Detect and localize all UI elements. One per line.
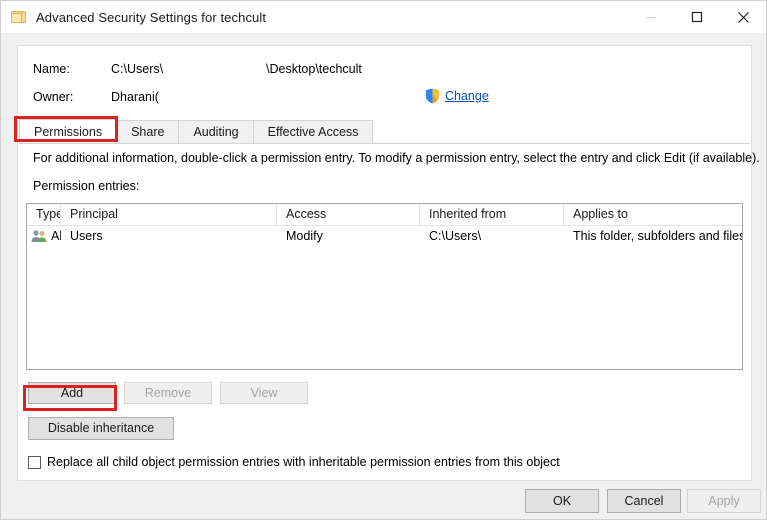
column-header-type[interactable]: Type <box>27 204 61 225</box>
remove-button: Remove <box>124 382 212 404</box>
cell-principal: Users <box>70 229 103 243</box>
view-button: View <box>220 382 308 404</box>
users-group-icon <box>31 230 47 242</box>
tab-permissions[interactable]: Permissions <box>19 119 118 143</box>
content-panel: Name: C:\Users\ \Desktop\techcult Owner:… <box>17 45 760 481</box>
cancel-button-label: Cancel <box>624 494 664 508</box>
change-owner-control[interactable]: Change <box>425 88 489 104</box>
cell-type-text: Allow <box>51 229 61 243</box>
owner-value: Dharani( <box>111 90 159 104</box>
add-button[interactable]: Add <box>28 382 116 404</box>
disable-inheritance-button[interactable]: Disable inheritance <box>28 417 174 440</box>
replace-child-permissions-label: Replace all child object permission entr… <box>47 455 560 469</box>
cell-access: Modify <box>286 229 323 243</box>
remove-button-label: Remove <box>144 386 192 400</box>
apply-button-label: Apply <box>708 494 740 508</box>
owner-row: Owner: Dharani( <box>33 90 266 104</box>
tab-strip: Permissions Share Auditing Effective Acc… <box>19 119 750 144</box>
tab-share[interactable]: Share <box>116 120 180 143</box>
cell-type: Allow <box>27 226 61 246</box>
disable-inheritance-label: Disable inheritance <box>47 421 155 435</box>
window-title: Advanced Security Settings for techcult <box>36 9 267 25</box>
minimize-icon[interactable] <box>628 1 674 33</box>
permission-entries-label: Permission entries: <box>33 179 140 193</box>
ok-button[interactable]: OK <box>525 489 599 513</box>
ok-button-label: OK <box>552 494 572 508</box>
column-header-principal[interactable]: Principal <box>61 204 277 225</box>
window-controls <box>628 1 766 33</box>
close-icon[interactable] <box>720 1 766 33</box>
add-button-label: Add <box>60 386 84 400</box>
view-button-label: View <box>250 386 278 400</box>
cell-applies-to: This folder, subfolders and files <box>573 229 742 243</box>
apply-button: Apply <box>687 489 761 513</box>
change-link[interactable]: Change <box>445 89 489 103</box>
replace-child-permissions-checkbox[interactable] <box>28 455 41 469</box>
uac-shield-icon <box>425 88 440 104</box>
maximize-icon[interactable] <box>674 1 720 33</box>
tab-effective-access[interactable]: Effective Access <box>252 120 374 143</box>
cancel-button[interactable]: Cancel <box>607 489 681 513</box>
name-value-suffix: \Desktop\techcult <box>266 62 362 76</box>
column-header-applies-to[interactable]: Applies to <box>564 204 742 225</box>
advanced-security-settings-dialog: Advanced Security Settings for techcult … <box>0 0 767 520</box>
name-label: Name: <box>33 62 70 76</box>
folder-icon <box>11 10 27 24</box>
description-text: For additional information, double-click… <box>33 151 760 165</box>
table-row[interactable]: Allow Users Modify C:\Users\ This folder… <box>27 226 742 246</box>
name-row: Name: C:\Users\ \Desktop\techcult <box>33 62 362 76</box>
column-header-inherited-from[interactable]: Inherited from <box>420 204 564 225</box>
cell-inherited-from: C:\Users\ <box>429 229 482 243</box>
list-header-row: Type Principal Access Inherited from App… <box>27 204 742 226</box>
title-bar: Advanced Security Settings for techcult <box>1 1 766 33</box>
tab-auditing[interactable]: Auditing <box>178 120 254 143</box>
replace-child-permissions-row[interactable]: Replace all child object permission entr… <box>28 455 560 469</box>
name-value-prefix: C:\Users\ <box>111 62 164 76</box>
column-header-access[interactable]: Access <box>277 204 420 225</box>
permission-entries-list[interactable]: Type Principal Access Inherited from App… <box>26 203 743 370</box>
owner-label: Owner: <box>33 90 74 104</box>
